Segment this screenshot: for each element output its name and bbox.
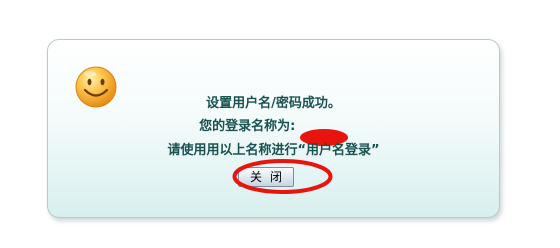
instruction-message: 请使用用以上名称进行“用户名登录” — [167, 143, 380, 158]
login-name-line: 您的登录名称为: — [48, 119, 499, 146]
success-dialog: 设置用户名/密码成功。 您的登录名称为: 请使用用以上名称进行“用户名登录” 关… — [47, 39, 500, 218]
page: 设置用户名/密码成功。 您的登录名称为: 请使用用以上名称进行“用户名登录” 关… — [0, 0, 560, 248]
login-name-label: 您的登录名称为: — [199, 119, 296, 134]
success-message: 设置用户名/密码成功。 — [206, 96, 341, 111]
close-button[interactable]: 关闭 — [238, 167, 294, 187]
